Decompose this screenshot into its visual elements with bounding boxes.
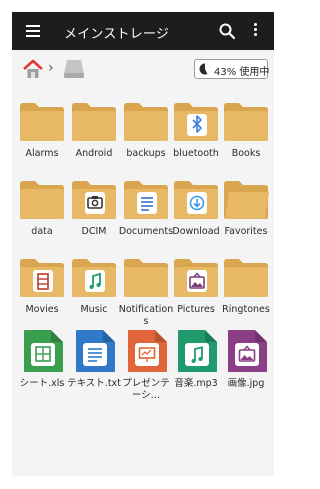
app-bar: メインストレージ [12, 12, 274, 50]
folder-download-icon [174, 181, 218, 219]
menu-icon[interactable] [26, 25, 40, 37]
folder-icon [72, 103, 116, 141]
search-icon[interactable] [218, 22, 236, 40]
item-label: Movies [25, 304, 59, 315]
usage-pie-icon [199, 63, 211, 75]
audio-file-icon [178, 330, 217, 372]
item-label: プレゼンテーシ… [122, 378, 170, 401]
folder-picture-icon [174, 259, 218, 297]
item-label: Favorites [224, 226, 268, 237]
file-manager-screen: メインストレージ › 43% 使用中 Alarms Android backups b… [12, 12, 274, 476]
folder-icon [20, 103, 64, 141]
item-label: backups [126, 148, 166, 159]
more-options-icon[interactable] [252, 23, 258, 39]
usage-text: 43% 使用中 [214, 67, 270, 78]
item-label: Download [172, 226, 220, 237]
folder-bluetooth-icon [174, 103, 218, 141]
item-label: シート.xls [19, 378, 65, 389]
presentation-file-icon [128, 330, 167, 372]
folder-document-icon [124, 181, 168, 219]
storage-usage-badge[interactable]: 43% 使用中 [194, 59, 270, 79]
home-icon[interactable] [22, 58, 44, 80]
item-label: bluetooth [173, 148, 219, 159]
folder-icon [224, 259, 268, 297]
item-label: Alarms [25, 148, 59, 159]
item-label: Pictures [177, 304, 215, 315]
folder-music-icon [72, 259, 116, 297]
item-label: Android [75, 148, 113, 159]
chevron-right-icon: › [48, 60, 54, 76]
item-label: Documents [118, 226, 174, 237]
item-label: 音楽.mp3 [174, 378, 218, 389]
item-label: Notifications [118, 304, 174, 327]
spreadsheet-file-icon [24, 330, 63, 372]
page-title: メインストレージ [64, 27, 170, 42]
folder-icon [224, 103, 268, 141]
folder-open-icon [224, 181, 269, 219]
storage-drive-icon[interactable] [62, 58, 86, 80]
item-label: 画像.jpg [227, 378, 265, 389]
item-label: Books [231, 148, 261, 159]
folder-icon [20, 181, 64, 219]
folder-icon [124, 103, 168, 141]
text-file-icon [76, 330, 115, 372]
item-label: DCIM [81, 226, 107, 237]
folder-movie-icon [20, 259, 64, 297]
breadcrumb: › 43% 使用中 [12, 50, 274, 90]
item-label: Ringtones [222, 304, 270, 315]
item-label: Music [80, 304, 108, 315]
folder-camera-icon [72, 181, 116, 219]
item-label: data [31, 226, 53, 237]
item-label: テキスト.txt [67, 378, 121, 389]
folder-icon [124, 259, 168, 297]
image-file-icon [228, 330, 267, 372]
